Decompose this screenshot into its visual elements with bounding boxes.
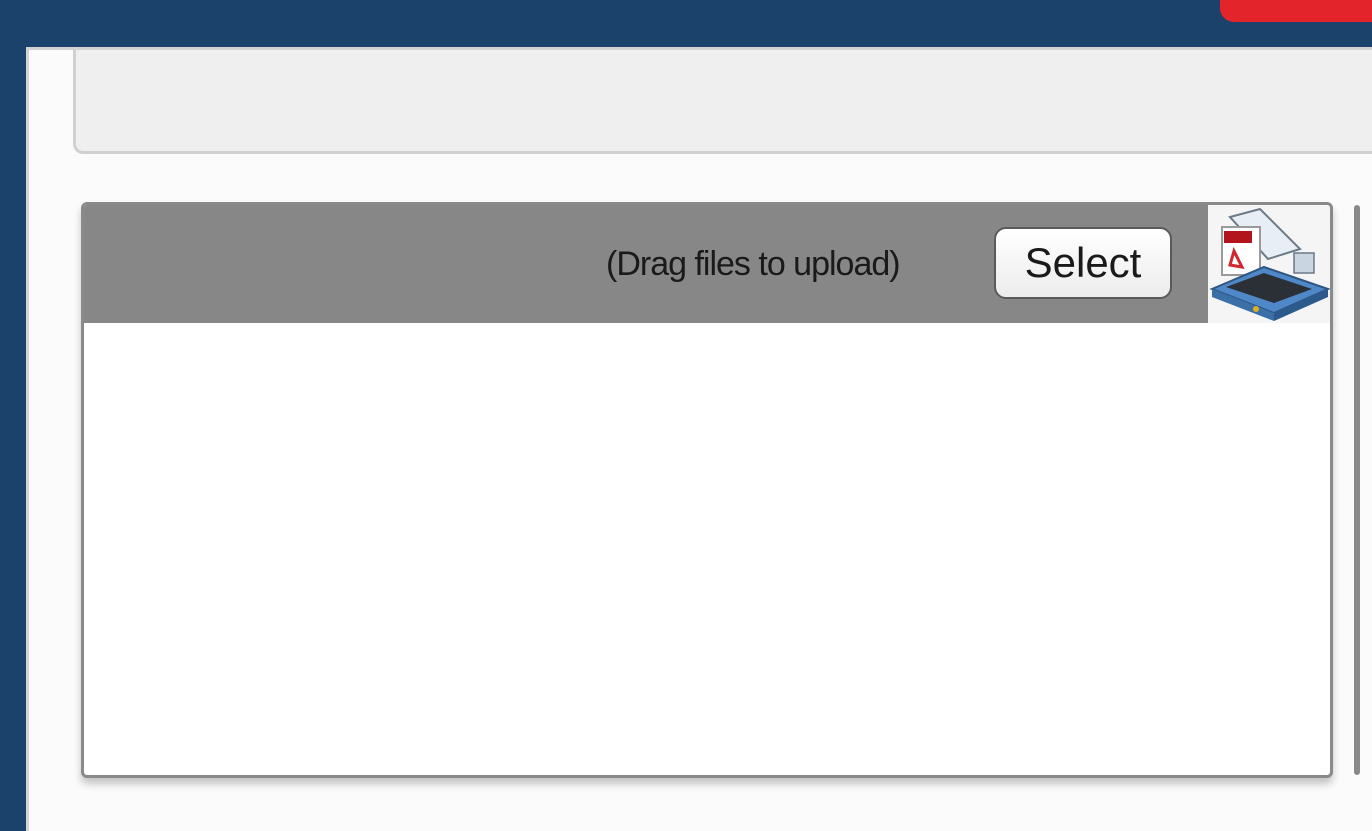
scanner-pdf-icon[interactable] [1208,205,1330,323]
drag-files-hint: (Drag files to upload) [606,245,901,283]
panel-divider [1354,205,1360,775]
app-frame: (Drag files to upload) Select [0,0,1372,831]
toolbar-strip [73,50,1372,154]
scanner-pdf-icon-graphic [1209,207,1330,321]
upload-header: (Drag files to upload) Select [84,205,1330,323]
content-panel: (Drag files to upload) Select [26,47,1372,831]
header-accent [1220,0,1372,22]
select-files-button[interactable]: Select [994,227,1172,299]
file-upload-dropzone[interactable]: (Drag files to upload) Select [81,202,1333,778]
